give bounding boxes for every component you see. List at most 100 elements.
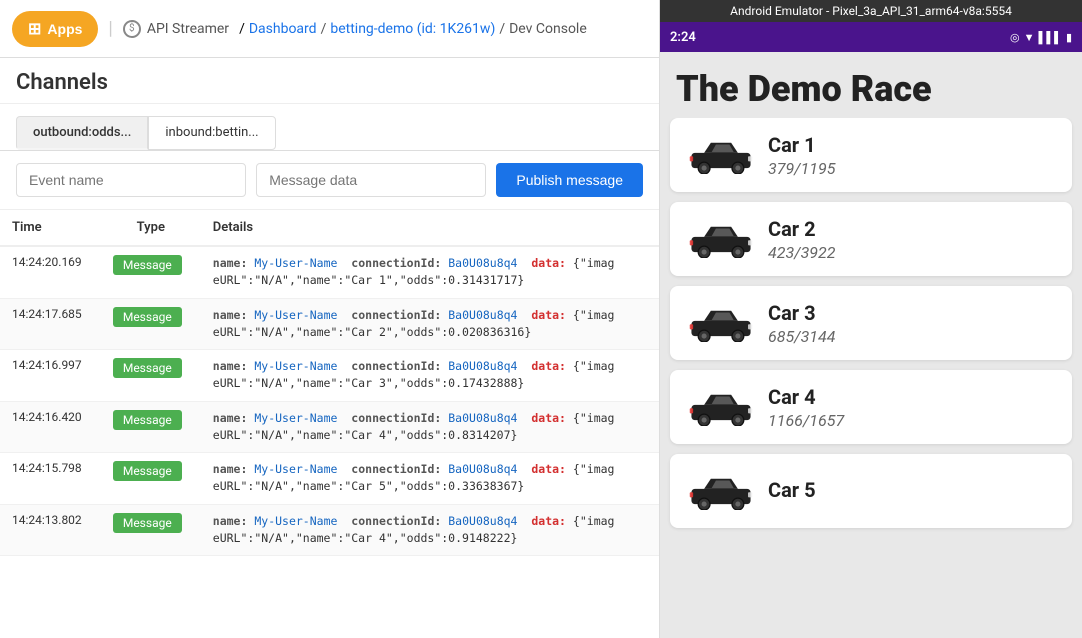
message-table: Time Type Details 14:24:20.169 Message n… [0,210,659,556]
col-details: Details [201,210,659,246]
cell-type: Message [101,504,201,556]
nav-divider: | [108,18,112,39]
breadcrumb-sep2: / [321,21,327,37]
status-icons: ◎ ▼ ▌▌▌ ▮ [1010,31,1072,44]
car-card: Car 3 685/3144 [670,286,1072,360]
type-badge: Message [113,307,182,327]
car-score: 379/1195 [768,159,1056,178]
car-icon [686,382,756,432]
battery-icon: ▮ [1066,31,1072,44]
page-title-row: Channels [0,58,659,104]
car-info: Car 1 379/1195 [768,133,1056,178]
cell-details: name: My-User-Name connectionId: Ba0U08u… [201,401,659,453]
breadcrumb: / Dashboard / betting-demo (id: 1K261w) … [239,21,587,37]
col-type: Type [101,210,201,246]
publish-message-button[interactable]: Publish message [496,163,643,197]
android-emulator: Android Emulator - Pixel_3a_API_31_arm64… [660,0,1082,638]
message-data-input[interactable] [256,163,486,197]
type-badge: Message [113,513,182,533]
table-row: 14:24:17.685 Message name: My-User-Name … [0,298,659,350]
table-row: 14:24:15.798 Message name: My-User-Name … [0,453,659,505]
table-row: 14:24:16.997 Message name: My-User-Name … [0,350,659,402]
car-svg [687,220,755,258]
cell-time: 14:24:16.997 [0,350,101,402]
cell-details: name: My-User-Name connectionId: Ba0U08u… [201,350,659,402]
location-icon: ◎ [1010,31,1020,44]
car-score: 423/3922 [768,243,1056,262]
car-icon [686,130,756,180]
car-card: Car 4 1166/1657 [670,370,1072,444]
cell-time: 14:24:16.420 [0,401,101,453]
cell-time: 14:24:17.685 [0,298,101,350]
car-icon [686,466,756,516]
api-streamer-icon: $ [123,20,141,38]
car-card: Car 5 [670,454,1072,528]
car-svg [687,388,755,426]
car-svg [687,304,755,342]
page-title: Channels [16,70,643,95]
car-card: Car 1 379/1195 [670,118,1072,192]
message-table-container: Time Type Details 14:24:20.169 Message n… [0,210,659,638]
api-streamer-label: API Streamer [147,21,229,37]
col-time: Time [0,210,101,246]
emulator-titlebar: Android Emulator - Pixel_3a_API_31_arm64… [660,0,1082,22]
table-row: 14:24:16.420 Message name: My-User-Name … [0,401,659,453]
cell-time: 14:24:20.169 [0,246,101,298]
type-badge: Message [113,255,182,275]
apps-icon: ⊞ [28,19,41,39]
car-list: Car 1 379/1195 [660,118,1082,638]
car-score: 685/3144 [768,327,1056,346]
apps-label: Apps [47,21,82,37]
cell-type: Message [101,350,201,402]
car-name: Car 4 [768,385,1056,409]
car-icon [686,298,756,348]
event-name-input[interactable] [16,163,246,197]
table-header-row: Time Type Details [0,210,659,246]
cell-type: Message [101,453,201,505]
breadcrumb-demo[interactable]: betting-demo (id: 1K261w) [330,21,495,37]
type-badge: Message [113,358,182,378]
publish-row: Publish message [0,151,659,210]
status-time: 2:24 [670,30,696,45]
cell-type: Message [101,246,201,298]
race-title: The Demo Race [660,52,1082,118]
table-row: 14:24:20.169 Message name: My-User-Name … [0,246,659,298]
signal-icon: ▌▌▌ [1039,31,1062,44]
cell-details: name: My-User-Name connectionId: Ba0U08u… [201,504,659,556]
apps-button[interactable]: ⊞ Apps [12,11,98,47]
cell-type: Message [101,298,201,350]
cell-details: name: My-User-Name connectionId: Ba0U08u… [201,246,659,298]
cell-details: name: My-User-Name connectionId: Ba0U08u… [201,453,659,505]
cell-type: Message [101,401,201,453]
left-panel: ⊞ Apps | $ API Streamer / Dashboard / be… [0,0,660,638]
car-info: Car 5 [768,478,1056,504]
type-badge: Message [113,410,182,430]
car-svg [687,136,755,174]
breadcrumb-current: Dev Console [509,21,587,37]
tab-inbound[interactable]: inbound:bettin... [148,116,275,150]
car-card: Car 2 423/3922 [670,202,1072,276]
tab-outbound[interactable]: outbound:odds... [16,116,148,150]
car-name: Car 2 [768,217,1056,241]
car-name: Car 5 [768,478,1056,502]
car-score: 1166/1657 [768,411,1056,430]
table-row: 14:24:13.802 Message name: My-User-Name … [0,504,659,556]
android-statusbar: 2:24 ◎ ▼ ▌▌▌ ▮ [660,22,1082,52]
api-streamer: $ API Streamer [123,20,229,38]
type-badge: Message [113,461,182,481]
car-info: Car 3 685/3144 [768,301,1056,346]
breadcrumb-sep1: / [239,21,245,37]
cell-time: 14:24:13.802 [0,504,101,556]
car-icon [686,214,756,264]
top-nav: ⊞ Apps | $ API Streamer / Dashboard / be… [0,0,659,58]
car-name: Car 1 [768,133,1056,157]
car-info: Car 4 1166/1657 [768,385,1056,430]
breadcrumb-sep3: / [499,21,505,37]
cell-details: name: My-User-Name connectionId: Ba0U08u… [201,298,659,350]
android-content: The Demo Race [660,52,1082,638]
cell-time: 14:24:15.798 [0,453,101,505]
car-info: Car 2 423/3922 [768,217,1056,262]
car-svg [687,472,755,510]
wifi-icon: ▼ [1024,31,1035,44]
breadcrumb-dashboard[interactable]: Dashboard [249,21,317,37]
